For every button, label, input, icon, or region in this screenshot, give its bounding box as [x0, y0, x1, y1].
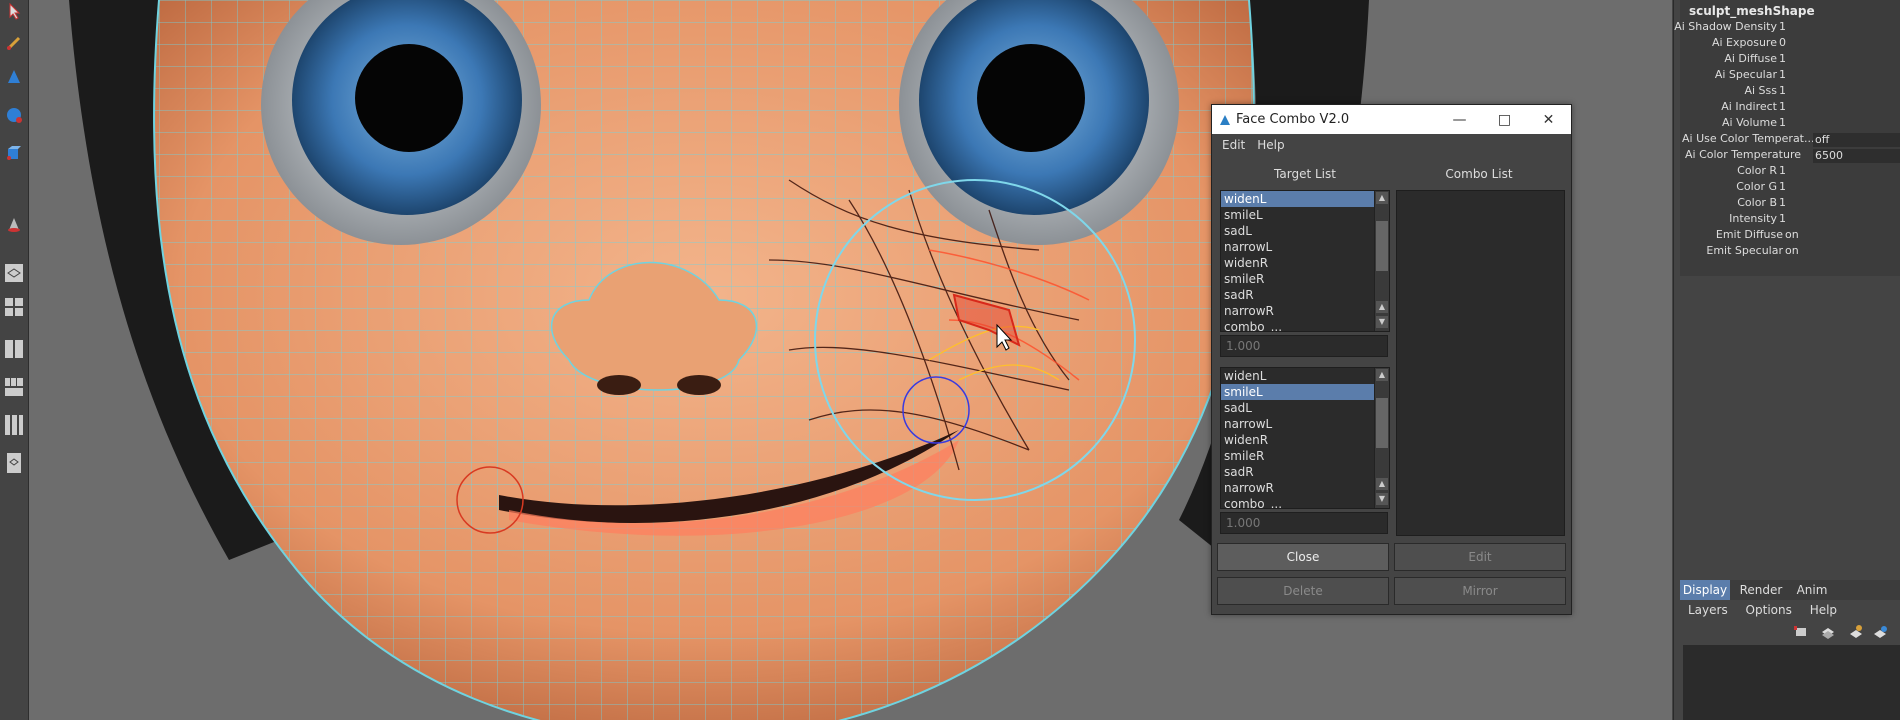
weight-field-lower[interactable]: 1.000	[1220, 512, 1388, 534]
minimize-icon: —	[1452, 111, 1467, 128]
list-item[interactable]: smileR	[1221, 271, 1389, 287]
app-icon	[1218, 113, 1232, 127]
layer-editor-tabs: Display Render Anim	[1680, 580, 1900, 600]
new-layer-icon[interactable]	[1822, 628, 1834, 639]
attr-row[interactable]: Color G1	[1680, 180, 1900, 196]
layout-grid-icon[interactable]	[3, 296, 25, 318]
layout-split-icon[interactable]	[3, 338, 25, 360]
scroll-down-icon[interactable]: ▼	[1376, 316, 1388, 328]
menu-layers[interactable]: Layers	[1688, 603, 1728, 617]
cube-icon[interactable]	[3, 142, 25, 164]
list-item[interactable]: sadR	[1221, 287, 1389, 303]
scroll-thumb[interactable]	[1376, 398, 1388, 448]
attr-row[interactable]: Color R1	[1680, 164, 1900, 180]
list-item[interactable]: combo_...	[1221, 496, 1389, 508]
weight-field-upper[interactable]: 1.000	[1220, 335, 1388, 357]
edit-button[interactable]: Edit	[1394, 543, 1566, 571]
scroll-thumb[interactable]	[1376, 221, 1388, 271]
scroll-up-icon[interactable]: ▲	[1376, 369, 1388, 381]
list-scrollbar[interactable]: ▲ ▲ ▼	[1374, 368, 1389, 508]
scroll-up-icon[interactable]: ▲	[1376, 301, 1388, 313]
mirror-button[interactable]: Mirror	[1394, 577, 1566, 605]
menu-help[interactable]: Help	[1251, 138, 1290, 152]
list-item[interactable]: sadL	[1221, 400, 1389, 416]
scroll-up-icon[interactable]: ▲	[1376, 192, 1388, 204]
tab-anim[interactable]: Anim	[1790, 580, 1834, 600]
close-window-button[interactable]: ✕	[1526, 105, 1571, 134]
target-list-header: Target List	[1274, 167, 1336, 181]
attribute-editor-panel: sculpt_meshShape Ai Shadow Density 1 Ai E…	[1673, 0, 1900, 720]
list-item[interactable]: widenR	[1221, 255, 1389, 271]
menu-edit[interactable]: Edit	[1216, 138, 1251, 152]
layer-options-icon[interactable]	[1874, 626, 1887, 638]
attr-row[interactable]: Ai Specular 1	[1680, 68, 1900, 84]
list-item[interactable]: narrowL	[1221, 239, 1389, 255]
target-list-lower[interactable]: widenL smileL sadL narrowL widenR smileR…	[1220, 367, 1390, 509]
panel-columns-icon[interactable]	[3, 414, 25, 436]
list-item[interactable]: smileL	[1221, 384, 1389, 400]
delete-button[interactable]: Delete	[1217, 577, 1389, 605]
face-combo-dialog: Face Combo V2.0 — □ ✕ Edit Help Target L…	[1211, 104, 1572, 615]
attribute-list: sculpt_meshShape Ai Shadow Density 1 Ai E…	[1674, 0, 1900, 276]
cone-icon[interactable]	[3, 66, 25, 88]
list-item[interactable]: widenR	[1221, 432, 1389, 448]
dialog-titlebar[interactable]: Face Combo V2.0 — □ ✕	[1212, 105, 1571, 134]
list-scrollbar[interactable]: ▲ ▲ ▼	[1374, 191, 1389, 331]
attr-row[interactable]: Ai Sss 1	[1680, 84, 1900, 100]
close-icon: ✕	[1542, 111, 1555, 128]
layout-quad-icon[interactable]	[3, 376, 25, 398]
left-toolbar	[0, 0, 29, 720]
attr-row[interactable]: Ai Volume 1	[1680, 116, 1900, 132]
list-item[interactable]: smileL	[1221, 207, 1389, 223]
select-arrow-icon[interactable]	[3, 0, 25, 22]
attr-row[interactable]: Emit Specular on	[1680, 244, 1900, 260]
maximize-icon: □	[1497, 111, 1512, 128]
attr-row[interactable]: Ai Shadow Density 1	[1674, 20, 1900, 36]
light-icon[interactable]	[3, 214, 25, 236]
dialog-title: Face Combo V2.0	[1236, 112, 1350, 127]
attr-row[interactable]: Ai Diffuse 1	[1680, 52, 1900, 68]
outliner-icon[interactable]	[3, 452, 25, 474]
layer-list[interactable]	[1683, 645, 1900, 720]
attr-row[interactable]: Emit Diffuse on	[1680, 228, 1900, 244]
scroll-down-icon[interactable]: ▼	[1376, 493, 1388, 505]
attr-row[interactable]: Ai Use Color Temperat... off	[1680, 132, 1900, 148]
minimize-button[interactable]: —	[1437, 105, 1482, 134]
target-list-upper[interactable]: widenL smileL sadL narrowL widenR smileR…	[1220, 190, 1390, 332]
list-item[interactable]: narrowR	[1221, 480, 1389, 496]
tab-display[interactable]: Display	[1680, 580, 1730, 600]
list-item[interactable]: widenL	[1221, 368, 1389, 384]
attr-row[interactable]: Ai Indirect 1	[1680, 100, 1900, 116]
scroll-up-icon[interactable]: ▲	[1376, 478, 1388, 490]
attr-row[interactable]: Ai Exposure 0	[1680, 36, 1900, 52]
layers-icon[interactable]	[3, 262, 25, 284]
dialog-menubar: Edit Help	[1212, 134, 1571, 156]
menu-help[interactable]: Help	[1810, 603, 1837, 617]
list-item[interactable]: narrowL	[1221, 416, 1389, 432]
attr-row[interactable]: Color B1	[1680, 196, 1900, 212]
combo-list-header: Combo List	[1445, 167, 1513, 181]
list-item[interactable]: sadR	[1221, 464, 1389, 480]
tab-render[interactable]: Render	[1734, 580, 1788, 600]
maximize-button[interactable]: □	[1482, 105, 1527, 134]
attr-row[interactable]: Ai Color Temperature 6500	[1680, 148, 1900, 164]
move-layer-up-icon[interactable]	[1794, 626, 1806, 636]
list-item[interactable]: combo_...	[1221, 319, 1389, 331]
close-button[interactable]: Close	[1217, 543, 1389, 571]
node-name: sculpt_meshShape	[1689, 4, 1815, 18]
new-layer-selected-icon[interactable]	[1850, 625, 1862, 638]
list-item[interactable]: narrowR	[1221, 303, 1389, 319]
combo-list[interactable]	[1396, 190, 1565, 536]
paint-brush-icon[interactable]	[3, 32, 25, 54]
list-item[interactable]: smileR	[1221, 448, 1389, 464]
list-item[interactable]: widenL	[1221, 191, 1389, 207]
sphere-icon[interactable]	[3, 104, 25, 126]
list-item[interactable]: sadL	[1221, 223, 1389, 239]
menu-options[interactable]: Options	[1746, 603, 1792, 617]
layer-toolbar	[1794, 624, 1894, 643]
layer-submenu: Layers Options Help	[1688, 603, 1851, 617]
attr-row[interactable]: Intensity 1	[1680, 212, 1900, 228]
